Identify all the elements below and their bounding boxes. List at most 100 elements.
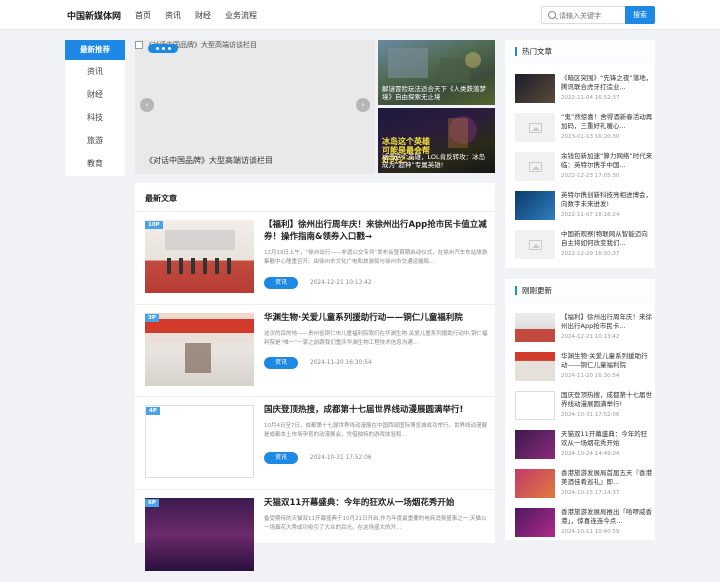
site-logo[interactable]: 中国新媒体网 (67, 9, 121, 22)
featured-thumb-caption: 解谜冒险玩法适合天下《人类跌落梦境》自由探索无止境 (382, 84, 486, 101)
hot-article-image[interactable] (515, 191, 555, 220)
featured-thumb-2[interactable]: 冰岛这个英雄 可能是最会帮 好的之一 冰岛这个英雄，LOL肯反转攻：冰岛成为“超… (378, 108, 495, 173)
photo-count-badge: 3P (145, 314, 159, 322)
hot-articles-heading: 热门文章 (515, 47, 552, 56)
category-nav: 最新推荐 资讯 财经 科技 旅游 教育 (65, 40, 125, 176)
article-title[interactable]: 华渊生物·关爱儿童系列援助行动——铜仁儿童福利院 (264, 313, 490, 325)
hot-article-date: 2022-11-04 16:52:37 (561, 95, 620, 101)
article-summary: 12月19日上午，“徐州出行——非遗公交专列”发布会暨首期启动仪式，在徐州汽车东… (264, 250, 488, 266)
hot-article-item[interactable]: 《暗区突围》“先锋之夜”落地，腾讯联合虎牙打造业... 2022-11-04 1… (515, 74, 655, 110)
hot-article-image[interactable] (515, 230, 555, 259)
main-nav: 首页 资讯 财经 业务流程 (135, 10, 257, 21)
featured-thumb-1[interactable]: 解谜冒险玩法适合天下《人类跌落梦境》自由探索无止境 (378, 40, 495, 105)
latest-update-item[interactable]: 香港旅游发展局推出「哈啰威香港」，惊喜连连今点... 2024-10-11 10… (515, 508, 655, 544)
search-icon (548, 11, 556, 19)
hot-article-title[interactable]: “鬼”然惊喜！舍得酒新春活动再加码，三重好礼暖心... (561, 113, 653, 131)
latest-update-item[interactable]: 天猫双11开幕盛典：今年的狂欢从一场烟花秀开始 2024-10-24 14:49… (515, 430, 655, 466)
latest-update-item[interactable]: 国庆登顶热搜，成都第十七届世界线动漫展圆满举行! 2024-10-31 17:5… (515, 391, 655, 427)
latest-update-image[interactable] (515, 508, 555, 537)
latest-update-date: 2024-12-21 10:13:42 (561, 334, 620, 340)
latest-update-date: 2024-10-31 17:52:06 (561, 412, 620, 418)
latest-update-image[interactable] (515, 430, 555, 459)
top-bar: 中国新媒体网 首页 资讯 财经 业务流程 搜索 (0, 0, 720, 30)
banner-photo (145, 319, 254, 373)
article-time: 2024-10-31 17:52:06 (310, 455, 372, 461)
nav-item-finance[interactable]: 财经 (195, 10, 211, 21)
carousel-caption[interactable]: 《对话中国品牌》大型高端访谈栏目 (145, 155, 273, 166)
article-thumbnail[interactable]: 6P (145, 498, 254, 571)
search-input[interactable] (559, 9, 623, 22)
article-category-tag[interactable]: 资讯 (264, 357, 298, 369)
latest-update-item[interactable]: 华渊生物·关爱儿童系列援助行动——铜仁儿童福利院 2024-11-20 16:3… (515, 352, 655, 388)
latest-update-image[interactable] (515, 313, 555, 342)
category-item-latest[interactable]: 最新推荐 (65, 40, 125, 60)
carousel-next-button[interactable]: › (356, 98, 370, 112)
latest-update-item[interactable]: 【福利】徐州出行周年庆！来徐州出行App抢市民卡... 2024-12-21 1… (515, 313, 655, 349)
photo-count-badge: 6P (145, 499, 159, 507)
latest-update-item[interactable]: 香港旅游发展局首届五天『香港美酒佳肴巡礼』即... 2024-10-15 17:… (515, 469, 655, 505)
latest-articles-panel: 最新文章 10P 【福利】徐州出行周年庆！来徐州出行App抢市民卡值立减券！操作… (135, 183, 495, 571)
hot-article-title[interactable]: 余钱包新加速“算力网络”时代来临：英特尔携手中国... (561, 152, 653, 170)
article-title[interactable]: 天猫双11开幕盛典：今年的狂欢从一场烟花秀开始 (264, 498, 490, 510)
hot-article-item[interactable]: 余钱包新加速“算力网络”时代来临：英特尔携手中国... 2022-12-23 1… (515, 152, 655, 188)
hot-article-date: 2022-12-23 17:05:30 (561, 173, 620, 179)
latest-update-title[interactable]: 天猫双11开幕盛典：今年的狂欢从一场烟花秀开始 (561, 430, 653, 448)
carousel-prev-button[interactable]: ‹ (140, 98, 154, 112)
category-item-travel[interactable]: 旅游 (65, 129, 125, 152)
article-title[interactable]: 【福利】徐州出行周年庆！来徐州出行App抢市民卡值立减券！操作指南&领券入口戳→ (264, 220, 490, 244)
latest-update-title[interactable]: 【福利】徐州出行周年庆！来徐州出行App抢市民卡... (561, 313, 653, 331)
article-item[interactable]: 3P 华渊生物·关爱儿童系列援助行动——铜仁儿童福利院 这次的目的地——贵州省铜… (145, 313, 490, 397)
image-placeholder-icon (528, 122, 542, 133)
hot-article-title[interactable]: 《暗区突围》“先锋之夜”落地，腾讯联合虎牙打造业... (561, 74, 653, 92)
nav-item-business[interactable]: 业务流程 (225, 10, 257, 21)
article-summary: 这次的目的地——贵州省铜仁市儿童福利院我们在华渊生物·关爱儿童系列援助行动中,铜… (264, 331, 488, 347)
carousel[interactable]: 《对话中国品牌》大型高端访谈栏目 ‹ › 《对话中国品牌》大型高端访谈栏目 (135, 40, 375, 174)
category-item-tech[interactable]: 科技 (65, 106, 125, 129)
carousel-pagination[interactable] (148, 44, 178, 53)
latest-update-title[interactable]: 香港旅游发展局推出「哈啰威香港」，惊喜连连今点... (561, 508, 653, 526)
hot-article-date: 2022-12-29 16:50:37 (561, 251, 620, 257)
latest-updates-heading: 刚刚更新 (515, 286, 552, 295)
latest-update-image[interactable] (515, 469, 555, 498)
latest-update-image[interactable] (515, 391, 555, 420)
article-category-tag[interactable]: 资讯 (264, 277, 298, 289)
latest-update-title[interactable]: 国庆登顶热搜，成都第十七届世界线动漫展圆满举行! (561, 391, 653, 409)
search-button[interactable]: 搜索 (625, 6, 655, 24)
image-placeholder-icon (528, 239, 542, 250)
hot-article-image[interactable] (515, 152, 555, 181)
latest-update-title[interactable]: 华渊生物·关爱儿童系列援助行动——铜仁儿童福利院 (561, 352, 653, 370)
latest-update-image[interactable] (515, 352, 555, 381)
latest-update-title[interactable]: 香港旅游发展局首届五天『香港美酒佳肴巡礼』即... (561, 469, 653, 487)
hot-article-item[interactable]: 英特尔携创新科技亮相进博会，向数字未来进发! 2022-11-07 18:16:… (515, 191, 655, 227)
hot-article-image[interactable] (515, 113, 555, 142)
article-category-tag[interactable]: 资讯 (264, 452, 298, 464)
nav-item-home[interactable]: 首页 (135, 10, 151, 21)
hot-article-item[interactable]: “鬼”然惊喜！舍得酒新春活动再加码，三重好礼暖心... 2023-01-13 1… (515, 113, 655, 149)
latest-articles-heading: 最新文章 (145, 194, 177, 203)
article-summary: 10月4日至7日，成都第十七届世界线动漫展在中国西部国际博览城成功举行。世界线动… (264, 423, 487, 439)
nav-item-news[interactable]: 资讯 (165, 10, 181, 21)
hot-article-title[interactable]: 中国新观察|物联网从智能迈向自主将如何改变我们... (561, 230, 653, 248)
category-item-education[interactable]: 教育 (65, 152, 125, 175)
latest-update-date: 2024-10-15 17:14:37 (561, 490, 620, 496)
article-thumbnail[interactable]: 3P (145, 313, 254, 386)
latest-update-date: 2024-11-20 16:30:54 (561, 373, 620, 379)
hot-article-image[interactable] (515, 74, 555, 103)
article-item[interactable]: 4P 国庆登顶热搜，成都第十七届世界线动漫展圆满举行! 10月4日至7日，成都第… (145, 405, 490, 489)
article-time: 2024-12-21 10:13:42 (310, 280, 372, 286)
article-title[interactable]: 国庆登顶热搜，成都第十七届世界线动漫展圆满举行! (264, 405, 490, 417)
category-item-news[interactable]: 资讯 (65, 60, 125, 83)
hot-article-date: 2022-11-07 18:16:24 (561, 212, 620, 218)
ceremony-photo (165, 230, 235, 274)
latest-updates-panel: 刚刚更新 【福利】徐州出行周年庆！来徐州出行App抢市民卡... 2024-12… (505, 279, 655, 540)
hot-article-item[interactable]: 中国新观察|物联网从智能迈向自主将如何改变我们... 2022-12-29 16… (515, 230, 655, 266)
broken-image-icon (135, 41, 143, 49)
article-thumbnail[interactable]: 4P (145, 405, 254, 478)
article-thumbnail[interactable]: 10P (145, 220, 254, 293)
article-item[interactable]: 10P 【福利】徐州出行周年庆！来徐州出行App抢市民卡值立减券！操作指南&领券… (145, 220, 490, 304)
category-item-finance[interactable]: 财经 (65, 83, 125, 106)
search-box (541, 6, 625, 24)
hot-article-title[interactable]: 英特尔携创新科技亮相进博会，向数字未来进发! (561, 191, 653, 209)
latest-update-date: 2024-10-24 14:49:04 (561, 451, 620, 457)
article-item[interactable]: 6P 天猫双11开幕盛典：今年的狂欢从一场烟花秀开始 备受期待的天猫双11开幕盛… (145, 498, 490, 582)
